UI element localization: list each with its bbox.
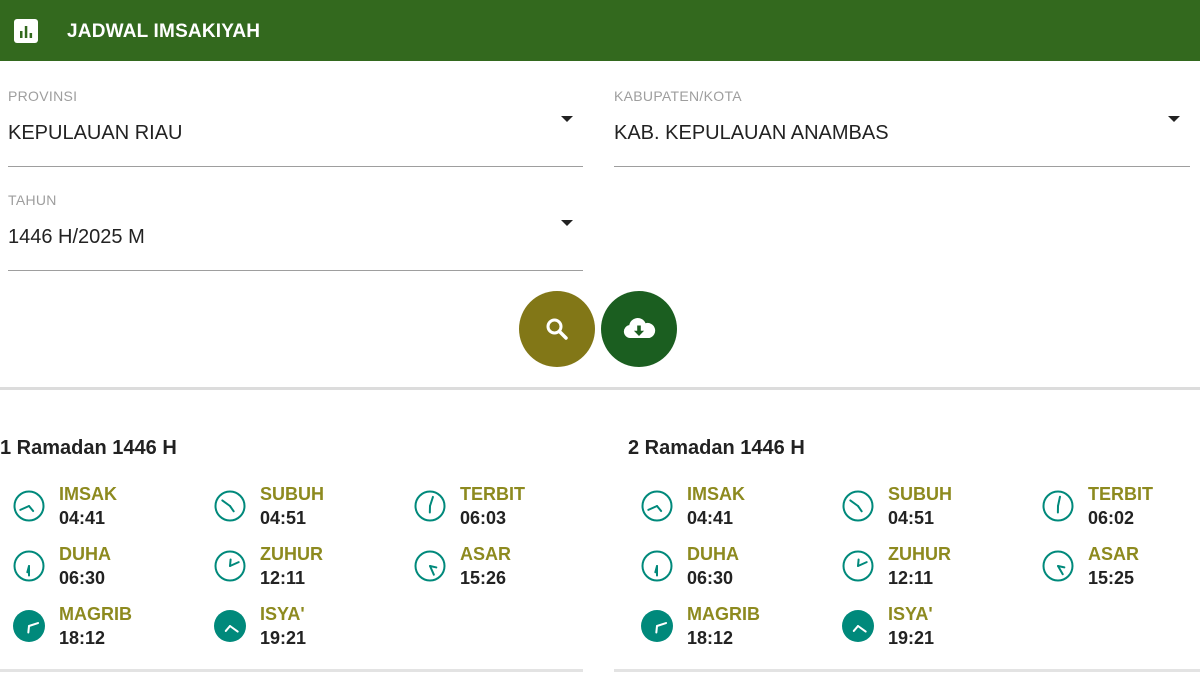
kabupaten-label: KABUPATEN/KOTA xyxy=(614,88,742,104)
clock-icon xyxy=(13,490,45,522)
clock-icon xyxy=(214,550,246,582)
prayer-name: MAGRIB xyxy=(687,604,760,624)
tahun-select[interactable]: TAHUN 1446 H/2025 M xyxy=(8,165,583,271)
prayer-time-item: ISYA' 19:21 xyxy=(214,604,404,658)
kabupaten-select[interactable]: KABUPATEN/KOTA KAB. KEPULAUAN ANAMBAS xyxy=(614,61,1190,167)
clock-icon xyxy=(641,610,673,642)
prayer-time: 04:51 xyxy=(888,508,935,528)
prayer-time: 06:30 xyxy=(59,568,106,588)
prayer-time-item: ASAR 15:25 xyxy=(1042,544,1200,598)
prayer-time: 15:26 xyxy=(460,568,507,588)
prayer-time: 15:25 xyxy=(1088,568,1135,588)
clock-icon xyxy=(1042,550,1074,582)
clock-icon xyxy=(214,490,246,522)
clock-icon xyxy=(641,550,673,582)
prayer-name: IMSAK xyxy=(59,484,117,504)
prayer-time: 04:51 xyxy=(260,508,307,528)
clock-icon xyxy=(13,610,45,642)
prayer-time-item: MAGRIB 18:12 xyxy=(641,604,831,658)
prayer-name: ISYA' xyxy=(888,604,933,624)
day-card: 1 Ramadan 1446 H IMSAK 04:41 SUBUH 04:51 TER… xyxy=(0,410,583,672)
dropdown-arrow-icon[interactable] xyxy=(561,116,573,122)
kabupaten-value[interactable]: KAB. KEPULAUAN ANAMBAS xyxy=(614,122,889,145)
prayer-time: 04:41 xyxy=(59,508,106,528)
provinsi-select[interactable]: PROVINSI KEPULAUAN RIAU xyxy=(8,61,583,167)
prayer-time-item: DUHA 06:30 xyxy=(13,544,203,598)
clock-icon xyxy=(842,610,874,642)
prayer-time-item: SUBUH 04:51 xyxy=(842,484,1032,538)
prayer-time-item: IMSAK 04:41 xyxy=(641,484,831,538)
prayer-time-item: ASAR 15:26 xyxy=(414,544,604,598)
prayer-time: 19:21 xyxy=(260,628,307,648)
app-header: JADWAL IMSAKIYAH xyxy=(0,0,1200,61)
prayer-time-item: ISYA' 19:21 xyxy=(842,604,1032,658)
provinsi-value[interactable]: KEPULAUAN RIAU xyxy=(8,122,183,145)
search-icon xyxy=(546,318,568,340)
section-divider xyxy=(0,387,1200,390)
day-title: 2 Ramadan 1446 H xyxy=(628,437,805,459)
clock-icon xyxy=(414,490,446,522)
search-button[interactable] xyxy=(519,291,595,367)
prayer-time: 19:21 xyxy=(888,628,935,648)
prayer-time-item: TERBIT 06:03 xyxy=(414,484,604,538)
prayer-name: ZUHUR xyxy=(260,544,323,564)
prayer-name: SUBUH xyxy=(260,484,325,504)
prayer-time: 18:12 xyxy=(59,628,106,648)
clock-icon xyxy=(1042,490,1074,522)
clock-icon xyxy=(641,490,673,522)
clock-icon xyxy=(214,610,246,642)
prayer-name: ASAR xyxy=(1088,544,1140,564)
cloud-download-icon xyxy=(623,318,656,338)
prayer-time: 06:02 xyxy=(1088,508,1135,528)
prayer-name: DUHA xyxy=(59,544,111,564)
prayer-name: TERBIT xyxy=(460,484,525,504)
prayer-time-item: SUBUH 04:51 xyxy=(214,484,404,538)
prayer-time: 18:12 xyxy=(687,628,734,648)
prayer-name: ISYA' xyxy=(260,604,305,624)
prayer-time: 06:30 xyxy=(687,568,734,588)
prayer-name: SUBUH xyxy=(888,484,953,504)
prayer-time-item: TERBIT 06:02 xyxy=(1042,484,1200,538)
tahun-label: TAHUN xyxy=(8,192,57,208)
prayer-time: 12:11 xyxy=(888,568,934,588)
prayer-time: 04:41 xyxy=(687,508,734,528)
prayer-time-item: MAGRIB 18:12 xyxy=(13,604,203,658)
dropdown-arrow-icon[interactable] xyxy=(561,220,573,226)
prayer-name: DUHA xyxy=(687,544,739,564)
provinsi-label: PROVINSI xyxy=(8,88,78,104)
dropdown-arrow-icon[interactable] xyxy=(1168,116,1180,122)
prayer-name: ASAR xyxy=(460,544,512,564)
prayer-time-item: ZUHUR 12:11 xyxy=(842,544,1032,598)
clock-icon xyxy=(842,550,874,582)
clock-icon xyxy=(842,490,874,522)
page-title: JADWAL IMSAKIYAH xyxy=(67,21,261,42)
prayer-name: TERBIT xyxy=(1088,484,1153,504)
clock-icon xyxy=(414,550,446,582)
day-title: 1 Ramadan 1446 H xyxy=(0,437,177,459)
prayer-name: IMSAK xyxy=(687,484,745,504)
prayer-name: MAGRIB xyxy=(59,604,132,624)
prayer-time-item: DUHA 06:30 xyxy=(641,544,831,598)
bar-chart-icon xyxy=(14,19,38,43)
clock-icon xyxy=(13,550,45,582)
download-button[interactable] xyxy=(601,291,677,367)
tahun-value[interactable]: 1446 H/2025 M xyxy=(8,226,145,249)
prayer-time-item: IMSAK 04:41 xyxy=(13,484,203,538)
prayer-time: 12:11 xyxy=(260,568,306,588)
prayer-name: ZUHUR xyxy=(888,544,951,564)
prayer-time-item: ZUHUR 12:11 xyxy=(214,544,404,598)
day-card: 2 Ramadan 1446 H IMSAK 04:41 SUBUH 04:51 TER… xyxy=(614,410,1200,672)
prayer-time: 06:03 xyxy=(460,508,507,528)
